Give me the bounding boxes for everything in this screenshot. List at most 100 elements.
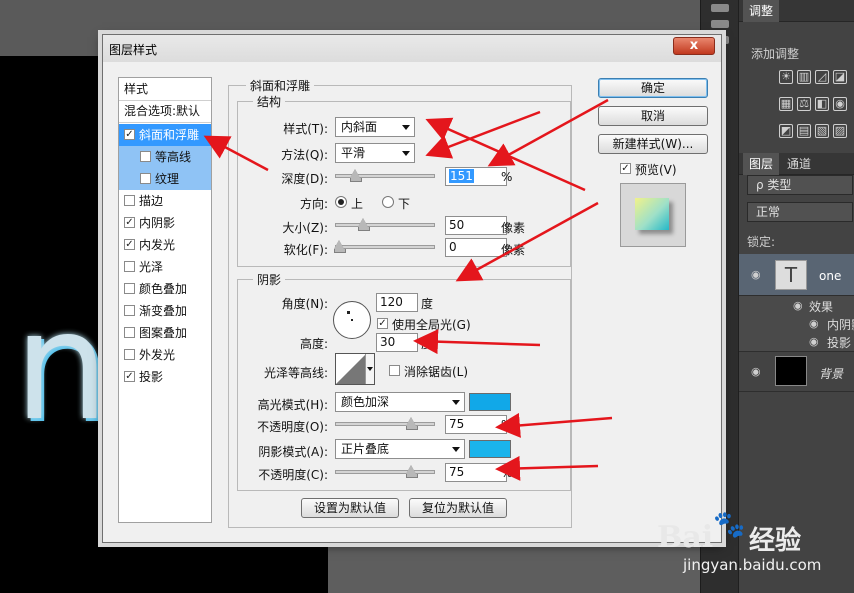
checkbox-icon[interactable] xyxy=(389,365,400,376)
checkbox-checked-icon[interactable]: ✓ xyxy=(124,129,135,140)
slider-thumb[interactable] xyxy=(358,218,370,231)
layer-name[interactable]: one xyxy=(819,269,841,283)
style-item-satin[interactable]: 光泽 xyxy=(119,256,211,278)
checkbox-checked-icon[interactable]: ✓ xyxy=(124,217,135,228)
invert-icon[interactable]: ◩ xyxy=(779,124,793,138)
bevel-style-select[interactable]: 内斜面 xyxy=(335,117,415,137)
direction-up-label[interactable]: 上 xyxy=(351,195,363,212)
ok-button[interactable]: 确定 xyxy=(598,78,708,98)
checkbox-icon[interactable] xyxy=(124,283,135,294)
shadow-mode-select[interactable]: 正片叠底 xyxy=(335,439,465,459)
shadow-opacity-input[interactable]: 75 xyxy=(445,463,507,482)
soften-input[interactable]: 0 xyxy=(445,238,507,257)
balance-icon[interactable]: ⚖ xyxy=(797,97,811,111)
angle-dial[interactable] xyxy=(333,301,371,339)
checkbox-icon[interactable] xyxy=(140,173,151,184)
layer-row-one[interactable]: ◉ T one xyxy=(739,254,854,296)
make-default-button[interactable]: 设置为默认值 xyxy=(301,498,399,518)
exposure-icon[interactable]: ◪ xyxy=(833,70,847,84)
layer-name[interactable]: 背景 xyxy=(819,365,843,382)
effect-inner-shadow[interactable]: 内阴影 xyxy=(827,316,854,333)
dialog-titlebar[interactable]: 图层样式 x xyxy=(103,35,721,62)
blend-options-item[interactable]: 混合选项:默认 xyxy=(119,100,211,122)
curves-icon[interactable]: ◿ xyxy=(815,70,829,84)
checkbox-icon[interactable] xyxy=(140,151,151,162)
slider-thumb[interactable] xyxy=(334,240,346,253)
style-item-color-overlay[interactable]: 颜色叠加 xyxy=(119,278,211,300)
style-item-gradient-overlay[interactable]: 渐变叠加 xyxy=(119,300,211,322)
global-light-label[interactable]: 使用全局光(G) xyxy=(392,316,471,333)
reset-default-button[interactable]: 复位为默认值 xyxy=(409,498,507,518)
checkbox-checked-icon[interactable]: ✓ xyxy=(124,371,135,382)
eye-icon[interactable]: ◉ xyxy=(809,317,819,330)
style-item-outer-glow[interactable]: 外发光 xyxy=(119,344,211,366)
new-style-button[interactable]: 新建样式(W)... xyxy=(598,134,708,154)
technique-select[interactable]: 平滑 xyxy=(335,143,415,163)
gradient-map-icon[interactable]: ▨ xyxy=(833,124,847,138)
eye-icon[interactable]: ◉ xyxy=(751,365,761,378)
posterize-icon[interactable]: ▤ xyxy=(797,124,811,138)
effect-drop-shadow[interactable]: 投影 xyxy=(827,334,851,351)
preview-label[interactable]: 预览(V) xyxy=(635,161,677,178)
panel-icon[interactable] xyxy=(711,4,729,12)
highlight-color-swatch[interactable] xyxy=(469,393,511,411)
photo-filter-icon[interactable]: ◉ xyxy=(833,97,847,111)
direction-up-radio[interactable] xyxy=(335,196,347,208)
highlight-opacity-slider[interactable] xyxy=(335,417,435,430)
checkbox-icon[interactable] xyxy=(124,327,135,338)
vibrance-icon[interactable]: ▦ xyxy=(779,97,793,111)
close-button[interactable]: x xyxy=(673,37,715,55)
gloss-contour-picker[interactable] xyxy=(335,353,375,385)
checkbox-icon[interactable] xyxy=(124,349,135,360)
checkbox-icon[interactable] xyxy=(124,261,135,272)
add-adjust-label: 添加调整 xyxy=(751,47,800,61)
depth-slider[interactable] xyxy=(335,169,435,182)
chevron-down-icon[interactable] xyxy=(365,354,374,384)
cancel-button[interactable]: 取消 xyxy=(598,106,708,126)
slider-thumb[interactable] xyxy=(406,417,418,430)
style-item-stroke[interactable]: 描边 xyxy=(119,190,211,212)
panel-icon[interactable] xyxy=(711,20,729,28)
checkbox-checked-icon[interactable]: ✓ xyxy=(124,239,135,250)
checkbox-checked-icon[interactable]: ✓ xyxy=(377,318,388,329)
highlight-mode-select[interactable]: 颜色加深 xyxy=(335,392,465,412)
slider-thumb[interactable] xyxy=(350,169,362,182)
style-item-inner-shadow[interactable]: ✓ 内阴影 xyxy=(119,212,211,234)
style-item-contour[interactable]: 等高线 xyxy=(119,146,211,168)
style-item-texture[interactable]: 纹理 xyxy=(119,168,211,190)
soften-slider[interactable] xyxy=(334,240,435,253)
size-slider[interactable] xyxy=(335,218,435,231)
shadow-color-swatch[interactable] xyxy=(469,440,511,458)
layer-kind-filter[interactable]: ρ 类型 xyxy=(747,175,853,195)
threshold-icon[interactable]: ▧ xyxy=(815,124,829,138)
blend-mode-select[interactable]: 正常 xyxy=(747,202,853,222)
layer-row-background[interactable]: ◉ 背景 xyxy=(739,352,854,392)
checkbox-checked-icon[interactable]: ✓ xyxy=(620,163,631,174)
tab-adjust[interactable]: 调整 xyxy=(743,0,780,22)
eye-icon[interactable]: ◉ xyxy=(809,335,819,348)
bw-icon[interactable]: ◧ xyxy=(815,97,829,111)
eye-icon[interactable]: ◉ xyxy=(751,268,761,281)
direction-down-label[interactable]: 下 xyxy=(398,195,410,212)
highlight-opacity-input[interactable]: 75 xyxy=(445,415,507,434)
altitude-input[interactable]: 30 xyxy=(376,333,418,352)
tab-channels[interactable]: 通道 xyxy=(781,153,817,175)
angle-input[interactable]: 120 xyxy=(376,293,418,312)
depth-input[interactable]: 151 xyxy=(445,167,507,186)
tab-layers[interactable]: 图层 xyxy=(743,153,780,175)
eye-icon[interactable]: ◉ xyxy=(793,299,803,312)
size-input[interactable]: 50 xyxy=(445,216,507,235)
direction-down-radio[interactable] xyxy=(382,196,394,208)
brightness-icon[interactable]: ☀ xyxy=(779,70,793,84)
checkbox-icon[interactable] xyxy=(124,195,135,206)
style-item-bevel-emboss[interactable]: ✓ 斜面和浮雕 xyxy=(119,124,211,146)
levels-icon[interactable]: ▥ xyxy=(797,70,811,84)
style-item-inner-glow[interactable]: ✓ 内发光 xyxy=(119,234,211,256)
style-item-drop-shadow[interactable]: ✓ 投影 xyxy=(119,366,211,388)
slider-thumb[interactable] xyxy=(406,465,418,478)
anti-alias-label[interactable]: 消除锯齿(L) xyxy=(404,363,468,380)
checkbox-icon[interactable] xyxy=(124,305,135,316)
shadow-opacity-slider[interactable] xyxy=(335,465,435,478)
style-list-header[interactable]: 样式 xyxy=(119,78,211,100)
style-item-pattern-overlay[interactable]: 图案叠加 xyxy=(119,322,211,344)
